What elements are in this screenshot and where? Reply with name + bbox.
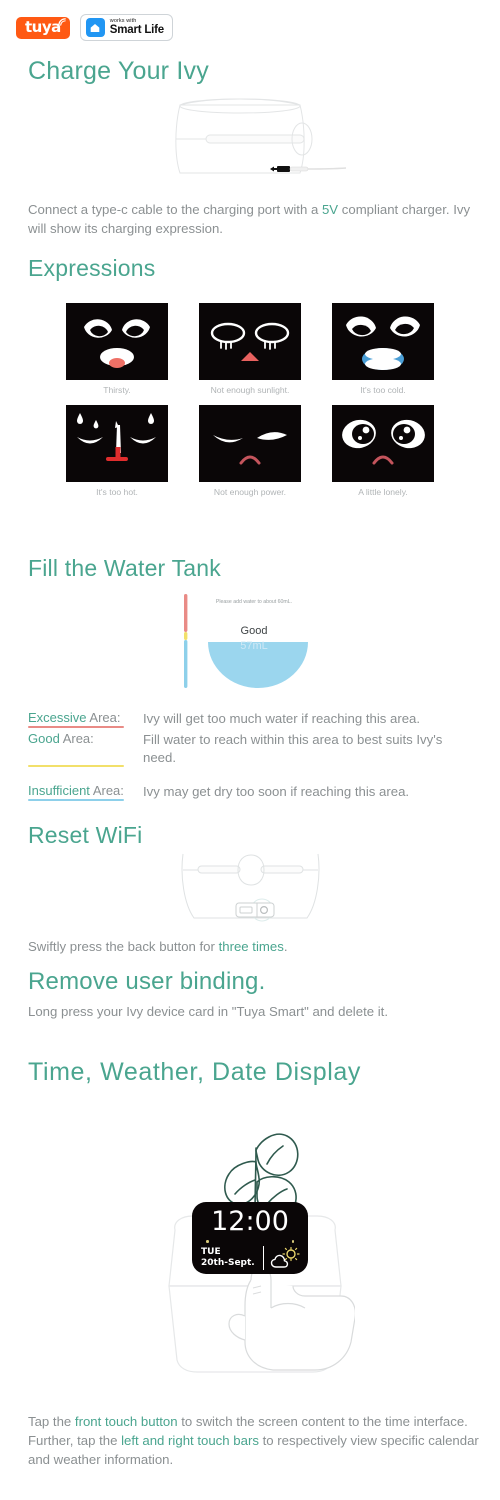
- screen-right-dot: [291, 1240, 294, 1243]
- expression-caption: A little lonely.: [358, 487, 408, 497]
- face-no-sunlight-icon: [199, 303, 301, 380]
- legend-suffix: Area:: [59, 731, 94, 746]
- legend-name: Insufficient: [28, 783, 90, 798]
- legend-name: Excessive: [28, 710, 87, 725]
- legend-underline-insufficient: [28, 798, 124, 801]
- expression-item: It's too cold.: [332, 303, 434, 395]
- tuya-logo-text: tuya: [25, 17, 61, 36]
- expression-item: Not enough sunlight.: [199, 303, 301, 395]
- section-title-reset-wifi: Reset WiFi: [28, 822, 143, 848]
- expression-item: Thirsty.: [66, 303, 168, 395]
- water-level-scale-bar: [184, 594, 188, 688]
- reset-desc-part2: .: [283, 939, 288, 954]
- charge-desc-part1: Connect a type-c cable to the charging p…: [28, 202, 322, 217]
- section-title-expressions: Expressions: [28, 255, 156, 281]
- legend-row-excessive: Excessive Area: Ivy will get too much wa…: [28, 710, 478, 728]
- reset-wifi-illustration: [181, 853, 320, 922]
- section-title-charge: Charge Your Ivy: [28, 57, 209, 85]
- face-low-power-icon: [199, 405, 301, 482]
- charging-device-illustration: [175, 98, 347, 174]
- section-title-remove-binding: Remove user binding.: [28, 968, 266, 995]
- legend-underline-good: [28, 764, 124, 767]
- expressions-grid: Thirsty. Not enough sunlight. It's too c…: [66, 303, 436, 507]
- clock-date: 20th-Sept.: [201, 1258, 255, 1268]
- tw-desc-part1: Tap the: [28, 1414, 75, 1429]
- legend-underline-excessive: [28, 725, 124, 728]
- smart-life-home-icon: [85, 18, 105, 37]
- clock-time: 12:00: [211, 1206, 289, 1237]
- works-with-smart-life-badge: works with Smart Life: [79, 14, 173, 41]
- legend-key-excessive: Excessive Area:: [28, 710, 143, 728]
- legend-key-insufficient: Insufficient Area:: [28, 783, 143, 801]
- legend-row-good: Good Area: Fill water to reach within th…: [28, 731, 478, 767]
- expression-caption: Thirsty.: [103, 385, 131, 395]
- face-thirsty-icon: [66, 303, 168, 380]
- tuya-wave-icon: [58, 17, 66, 26]
- time-weather-description: Tap the front touch button to switch the…: [28, 1412, 480, 1469]
- legend-desc-insufficient: Ivy may get dry too soon if reaching thi…: [143, 784, 410, 799]
- water-tank-status: Good: [240, 625, 268, 637]
- charge-desc-highlight: 5V: [321, 202, 339, 217]
- face-too-hot-icon: [66, 405, 168, 482]
- section-title-water-tank: Fill the Water Tank: [28, 555, 221, 581]
- smart-life-label: Smart Life: [109, 24, 164, 36]
- clock-date-block: TUE 20th-Sept.: [201, 1247, 255, 1269]
- sun-behind-cloud-icon: [270, 1247, 300, 1268]
- brand-logo-row: tuya works with Smart Life: [16, 14, 173, 41]
- expression-item: It's too hot.: [66, 405, 168, 497]
- legend-row-insufficient: Insufficient Area: Ivy may get dry too s…: [28, 783, 478, 801]
- expression-caption: Not enough power.: [213, 487, 287, 497]
- expression-caption: It's too hot.: [96, 487, 138, 497]
- face-lonely-icon: [332, 405, 434, 482]
- usb-c-cable-icon: [270, 166, 347, 172]
- face-too-cold-icon: [332, 303, 434, 380]
- clock-weekday: TUE: [201, 1247, 221, 1257]
- remove-binding-description: Long press your Ivy device card in "Tuya…: [28, 1004, 388, 1019]
- reset-desc-part1: Swiftly press the back button for: [28, 939, 219, 954]
- legend-desc-excessive: Ivy will get too much water if reaching …: [143, 711, 421, 726]
- legend-desc-good: Fill water to reach within this area to …: [143, 732, 443, 765]
- water-tank-volume: 57mL: [240, 640, 268, 652]
- tw-desc-highlight-1: front touch button: [74, 1414, 178, 1429]
- thermometer-icon: [106, 421, 128, 461]
- legend-name: Good: [28, 731, 60, 746]
- legend-key-good: Good Area:: [28, 731, 143, 767]
- product-manual-page: tuya works with Smart Life Charge Your I…: [0, 0, 500, 1500]
- tuya-logo: tuya: [16, 16, 70, 39]
- screen-left-dot: [206, 1240, 209, 1243]
- expressions-row-1: Thirsty. Not enough sunlight. It's too c…: [66, 303, 436, 395]
- expression-item: A little lonely.: [332, 405, 434, 497]
- device-screen: 12:00 TUE 20th-Sept.: [192, 1202, 308, 1274]
- screen-divider: [263, 1246, 264, 1270]
- water-tank-note: Please add water to about 60mL.: [215, 599, 293, 605]
- charge-description: Connect a type-c cable to the charging p…: [28, 200, 473, 238]
- tw-desc-highlight-2: left and right touch bars: [121, 1433, 259, 1448]
- expression-caption: Not enough sunlight.: [210, 385, 290, 395]
- reset-desc-highlight: three times: [218, 939, 284, 954]
- reset-wifi-description: Swiftly press the back button for three …: [28, 937, 473, 956]
- legend-suffix: Area:: [89, 783, 124, 798]
- water-area-legend: Excessive Area: Ivy will get too much wa…: [28, 710, 478, 804]
- section-title-time-weather: Time, Weather, Date Display: [28, 1058, 361, 1086]
- expression-item: Not enough power.: [199, 405, 301, 497]
- expression-caption: It's too cold.: [360, 385, 406, 395]
- legend-suffix: Area:: [86, 710, 121, 725]
- expressions-row-2: It's too hot. Not enough power. A little…: [66, 405, 436, 497]
